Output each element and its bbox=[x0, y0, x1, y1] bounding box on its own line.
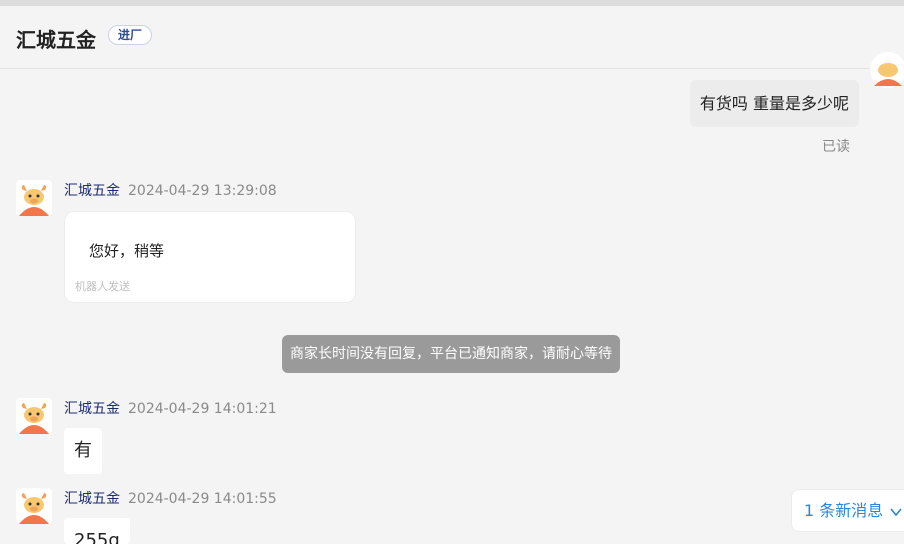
user-avatar-icon bbox=[870, 52, 904, 88]
sender-name[interactable]: 汇城五金 bbox=[64, 491, 120, 507]
incoming-message-bubble: 255g bbox=[64, 518, 130, 544]
message-time: 2024-04-29 13:29:08 bbox=[128, 183, 277, 199]
merchant-avatar-icon[interactable] bbox=[16, 180, 52, 216]
new-message-label: 1 条新消息 bbox=[804, 501, 884, 520]
message-time: 2024-04-29 14:01:55 bbox=[128, 491, 277, 507]
incoming-message-bubble: 有 bbox=[64, 428, 102, 474]
merchant-avatar-icon[interactable] bbox=[16, 488, 52, 524]
shop-title: 汇城五金 bbox=[16, 28, 96, 52]
merchant-avatar-icon[interactable] bbox=[16, 398, 52, 434]
outgoing-message-bubble: 有货吗 重量是多少呢 bbox=[689, 80, 859, 127]
chat-header: 汇城五金 进厂 bbox=[0, 6, 904, 69]
message-meta: 汇城五金 2024-04-29 13:29:08 bbox=[64, 180, 277, 200]
system-notice: 商家长时间没有回复，平台已通知商家，请耐心等待 bbox=[282, 335, 620, 373]
new-message-button[interactable]: 1 条新消息 bbox=[791, 489, 904, 532]
bot-sent-note: 机器人发送 bbox=[75, 280, 130, 293]
read-status: 已读 bbox=[822, 139, 850, 155]
sender-name[interactable]: 汇城五金 bbox=[64, 183, 120, 199]
message-meta: 汇城五金 2024-04-29 14:01:55 bbox=[64, 488, 277, 508]
bot-message-card: 您好，稍等 机器人发送 bbox=[64, 211, 356, 303]
message-meta: 汇城五金 2024-04-29 14:01:21 bbox=[64, 398, 277, 418]
shop-tag-badge[interactable]: 进厂 bbox=[108, 25, 153, 45]
chevron-down-icon bbox=[890, 507, 902, 516]
message-time: 2024-04-29 14:01:21 bbox=[128, 401, 277, 417]
sender-name[interactable]: 汇城五金 bbox=[64, 401, 120, 417]
message-text: 您好，稍等 bbox=[89, 242, 165, 260]
